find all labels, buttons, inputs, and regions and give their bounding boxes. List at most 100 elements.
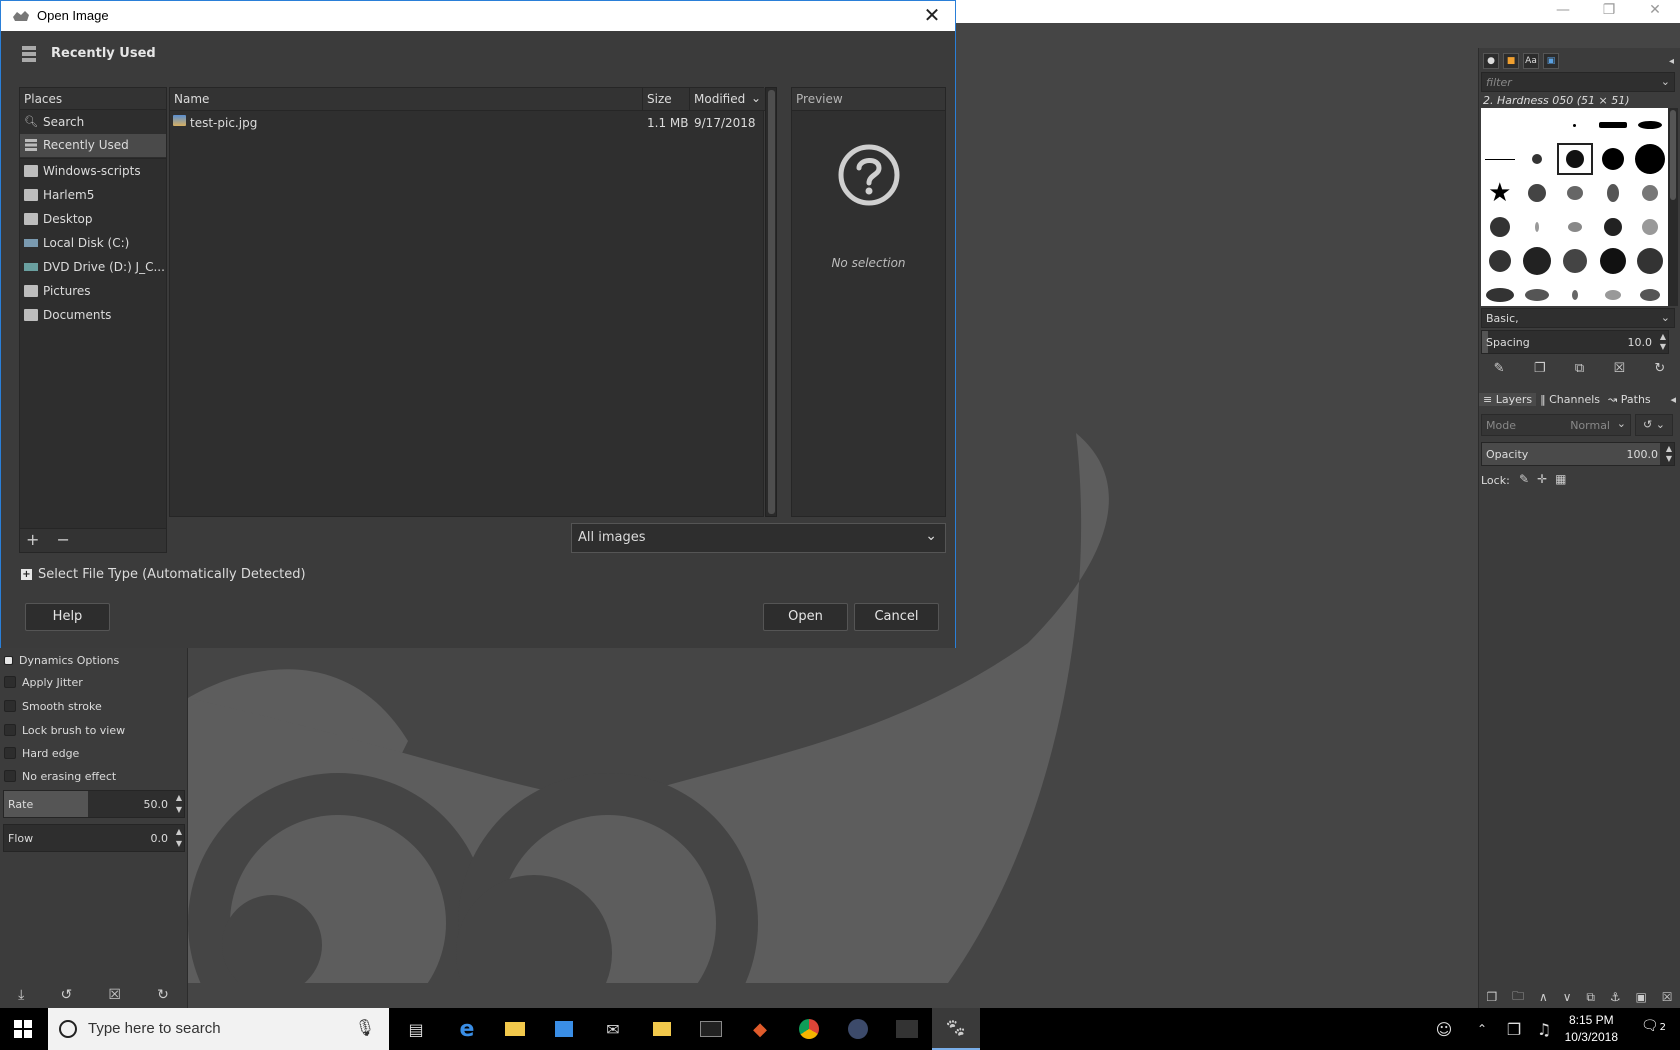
microphone-icon[interactable]: 🎙︎ [355, 1018, 375, 1037]
edit-brush-icon[interactable]: ✎ [1494, 361, 1505, 376]
brush-thumb[interactable] [1556, 108, 1594, 142]
terminal-icon[interactable] [699, 1018, 723, 1040]
brush-thumb-selected[interactable] [1556, 142, 1594, 176]
brush-thumb[interactable] [1594, 142, 1632, 176]
people-icon[interactable]: ☺ [1432, 1018, 1456, 1040]
smooth-stroke-checkbox[interactable]: Smooth stroke [4, 696, 102, 716]
brush-thumb[interactable] [1481, 142, 1519, 176]
brush-thumb[interactable] [1481, 108, 1519, 142]
hard-edge-checkbox[interactable]: Hard edge [4, 743, 79, 763]
refresh-brushes-icon[interactable]: ↻ [1654, 361, 1665, 376]
brush-filter-input[interactable]: filter ⌄ [1481, 72, 1675, 92]
minimize-button[interactable]: — [1540, 0, 1586, 23]
brush-thumb[interactable] [1594, 278, 1632, 312]
dock-menu-icon[interactable]: ◂ [1669, 56, 1674, 67]
apply-jitter-checkbox[interactable]: Apply Jitter [4, 672, 83, 692]
place-harlem5[interactable]: Harlem5 [20, 184, 166, 207]
brush-thumb[interactable] [1481, 244, 1519, 278]
brush-thumb[interactable] [1631, 210, 1669, 244]
flow-spinner[interactable]: Flow 0.0 ▲ ▼ [3, 824, 185, 852]
file-row[interactable]: test-pic.jpg 1.1 MB 9/17/2018 [170, 111, 763, 134]
brush-thumb[interactable] [1631, 142, 1669, 176]
new-group-icon[interactable]: 🗀 [1512, 987, 1524, 1008]
chrome-icon[interactable] [797, 1018, 821, 1040]
file-filter-select[interactable]: All images ⌄ [571, 523, 946, 553]
task-view-icon[interactable]: ▤ [404, 1018, 428, 1040]
brush-set-select[interactable]: Basic, ⌄ [1481, 308, 1675, 328]
spin-arrows-icon[interactable]: ▲ ▼ [176, 792, 182, 816]
raise-layer-icon[interactable]: ∧ [1539, 990, 1548, 1004]
brush-thumb[interactable] [1519, 210, 1557, 244]
brush-thumb[interactable] [1631, 244, 1669, 278]
place-local-disk[interactable]: Local Disk (C:) [20, 232, 166, 255]
folder-sync-icon[interactable] [650, 1018, 674, 1040]
brush-thumb[interactable] [1594, 108, 1632, 142]
brush-thumb[interactable] [1631, 278, 1669, 312]
rate-spinner[interactable]: Rate 50.0 ▲ ▼ [3, 790, 185, 818]
mail-icon[interactable]: ✉ [601, 1018, 625, 1040]
save-options-icon[interactable]: ⤓ [18, 987, 24, 1003]
delete-brush-icon[interactable]: ☒ [1613, 361, 1625, 376]
add-bookmark-button[interactable]: + [26, 530, 39, 549]
chevron-up-icon[interactable]: ⌃ [1470, 1018, 1494, 1040]
column-header-size[interactable]: Size [643, 88, 690, 111]
file-explorer-icon[interactable] [503, 1018, 527, 1040]
dynamics-options-toggle[interactable]: Dynamics Options [4, 650, 119, 670]
spin-arrows-icon[interactable]: ▲ ▼ [1660, 332, 1666, 352]
dock-menu-icon[interactable]: ◂ [1666, 393, 1680, 406]
cancel-button[interactable]: Cancel [854, 603, 939, 631]
place-dvd-drive[interactable]: DVD Drive (D:) J_C... [20, 256, 166, 279]
help-button[interactable]: Help [25, 603, 110, 631]
close-icon[interactable]: ✕ [917, 3, 947, 27]
brush-thumb[interactable] [1519, 108, 1557, 142]
column-header-modified[interactable]: Modified ⌄ [690, 88, 765, 111]
spacing-spinner[interactable]: Spacing 10.0 ▲ ▼ [1481, 330, 1669, 354]
git-icon[interactable]: ◆ [748, 1018, 772, 1040]
brush-thumb[interactable] [1631, 108, 1669, 142]
place-desktop[interactable]: Desktop [20, 208, 166, 231]
brush-thumb[interactable] [1556, 278, 1594, 312]
new-layer-icon[interactable]: ❐ [1486, 990, 1497, 1004]
place-recently-used[interactable]: Recently Used [20, 134, 166, 157]
close-window-button[interactable]: ✕ [1632, 0, 1678, 23]
mode-select[interactable]: Mode Normal ⌄ [1481, 414, 1631, 436]
notification-center-icon[interactable]: 🗨︎2 [1641, 1018, 1666, 1034]
duplicate-layer-icon[interactable]: ⧉ [1586, 990, 1595, 1005]
brush-thumb[interactable] [1519, 278, 1557, 312]
brush-scrollbar[interactable] [1668, 108, 1678, 306]
brushes-tab-icon[interactable]: ● [1483, 53, 1499, 69]
mask-layer-icon[interactable]: ▣ [1636, 990, 1647, 1004]
tab-layers[interactable]: ≡ Layers [1479, 392, 1537, 406]
delete-layer-icon[interactable]: ☒ [1662, 990, 1673, 1004]
lock-position-icon[interactable]: ✛ [1537, 472, 1547, 486]
windows-start-icon[interactable] [14, 1020, 32, 1038]
delete-options-icon[interactable]: ☒ [108, 987, 121, 1003]
brush-thumb[interactable] [1519, 142, 1557, 176]
brush-thumb[interactable] [1556, 210, 1594, 244]
place-documents[interactable]: Documents [20, 304, 166, 327]
brush-thumb[interactable] [1594, 244, 1632, 278]
brush-thumb[interactable] [1481, 210, 1519, 244]
select-file-type-toggle[interactable]: + Select File Type (Automatically Detect… [21, 567, 306, 582]
lock-alpha-icon[interactable]: ▦ [1555, 472, 1566, 486]
lock-pixels-icon[interactable]: ✎ [1519, 472, 1529, 486]
anchor-layer-icon[interactable]: ⚓ [1610, 990, 1621, 1004]
new-brush-icon[interactable]: ❐ [1534, 361, 1546, 376]
app2-icon[interactable] [895, 1018, 919, 1040]
volume-icon[interactable]: ♫ [1532, 1018, 1556, 1040]
scrollbar-thumb[interactable] [768, 90, 775, 514]
clock[interactable]: 8:15 PM 10/3/2018 [1565, 1012, 1618, 1046]
spin-arrows-icon[interactable]: ▲ ▼ [1666, 444, 1672, 464]
brush-thumb[interactable] [1631, 176, 1669, 210]
brush-thumb[interactable]: ★ [1481, 176, 1519, 210]
brush-thumb[interactable] [1594, 210, 1632, 244]
restore-options-icon[interactable]: ↺ [60, 987, 72, 1003]
place-search[interactable]: 🔍︎ Search [20, 111, 166, 134]
brush-thumb[interactable] [1594, 176, 1632, 210]
brush-thumb[interactable] [1519, 176, 1557, 210]
tab-paths[interactable]: ↝ Paths [1604, 393, 1655, 406]
brush-thumb[interactable] [1519, 244, 1557, 278]
opacity-spinner[interactable]: Opacity 100.0 ▲ ▼ [1481, 442, 1675, 466]
file-list-scrollbar[interactable] [765, 87, 777, 517]
place-pictures[interactable]: Pictures [20, 280, 166, 303]
